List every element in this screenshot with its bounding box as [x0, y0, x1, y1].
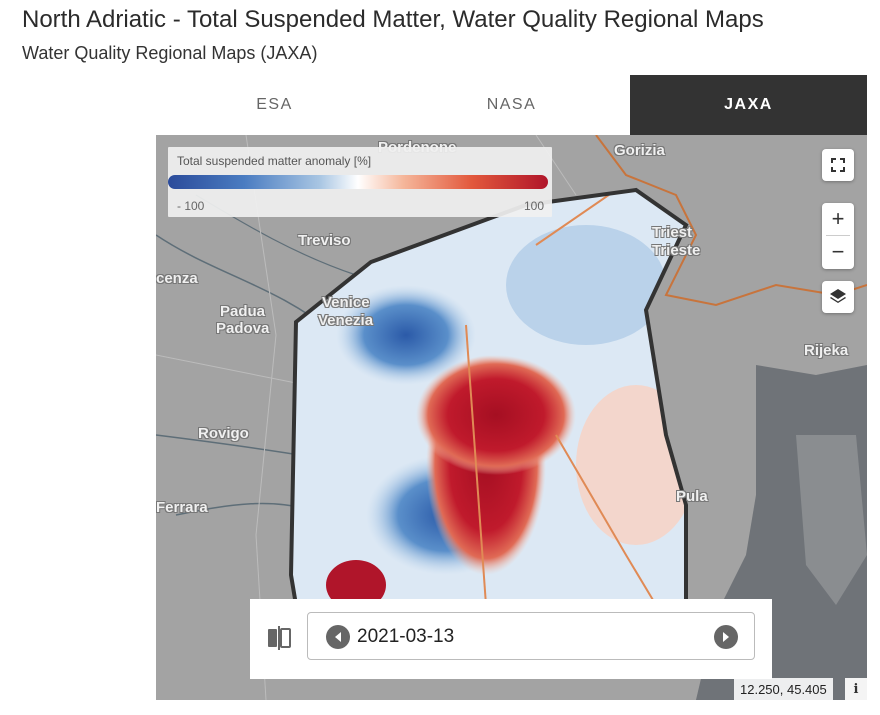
- map-label-ferrara: Ferrara: [156, 499, 208, 516]
- map-label-venice: Venice: [322, 294, 370, 311]
- date-selector[interactable]: 2021-03-13: [307, 612, 755, 660]
- provider-tabs: ESA NASA JAXA: [156, 75, 867, 135]
- map-label-pula: Pula: [676, 488, 708, 505]
- page-subtitle: Water Quality Regional Maps (JAXA): [22, 43, 318, 63]
- map-label-padova: Padova: [216, 320, 270, 337]
- chevron-right-icon: [723, 632, 729, 642]
- map-label-padua: Padua: [220, 303, 266, 320]
- layers-button[interactable]: [822, 281, 854, 313]
- map-label-treviso: Treviso: [298, 232, 351, 249]
- cursor-coordinates: 12.250, 45.405: [734, 678, 833, 700]
- legend-colorbar: [168, 175, 548, 189]
- chevron-left-icon: [335, 632, 341, 642]
- tab-jaxa[interactable]: JAXA: [630, 75, 867, 135]
- attribution-info-button[interactable]: i: [845, 678, 867, 700]
- map-label-gorizia: Gorizia: [614, 142, 665, 159]
- map-label-vicenza: cenza: [156, 270, 198, 287]
- map-label-trieste: Triest: [652, 224, 693, 241]
- map-legend: Total suspended matter anomaly [%] - 100…: [168, 147, 552, 217]
- compare-icon[interactable]: [266, 625, 292, 651]
- map-view[interactable]: Pordenone Gorizia Triest Trieste Treviso…: [156, 135, 867, 700]
- page-title: North Adriatic - Total Suspended Matter,…: [22, 6, 764, 33]
- fullscreen-icon: [831, 158, 845, 172]
- zoom-out-button[interactable]: −: [822, 236, 854, 268]
- legend-min-label: - 100: [177, 199, 205, 213]
- tab-nasa[interactable]: NASA: [393, 75, 630, 135]
- date-picker-panel: 2021-03-13: [250, 599, 772, 679]
- map-label-rijeka: Rijeka: [804, 342, 849, 359]
- map-label-venezia: Venezia: [318, 312, 374, 329]
- legend-max-label: 100: [523, 199, 544, 213]
- map-label-trieste-local: Trieste: [652, 242, 701, 259]
- layers-icon: [830, 289, 846, 303]
- fullscreen-button[interactable]: [822, 149, 854, 181]
- zoom-controls: + −: [822, 203, 854, 269]
- next-date-button[interactable]: [714, 625, 738, 649]
- map-label-rovigo: Rovigo: [198, 425, 249, 442]
- tab-esa[interactable]: ESA: [156, 75, 393, 135]
- zoom-in-button[interactable]: +: [822, 203, 854, 235]
- legend-title: Total suspended matter anomaly [%]: [177, 154, 372, 168]
- previous-date-button[interactable]: [326, 625, 350, 649]
- selected-date: 2021-03-13: [357, 626, 455, 647]
